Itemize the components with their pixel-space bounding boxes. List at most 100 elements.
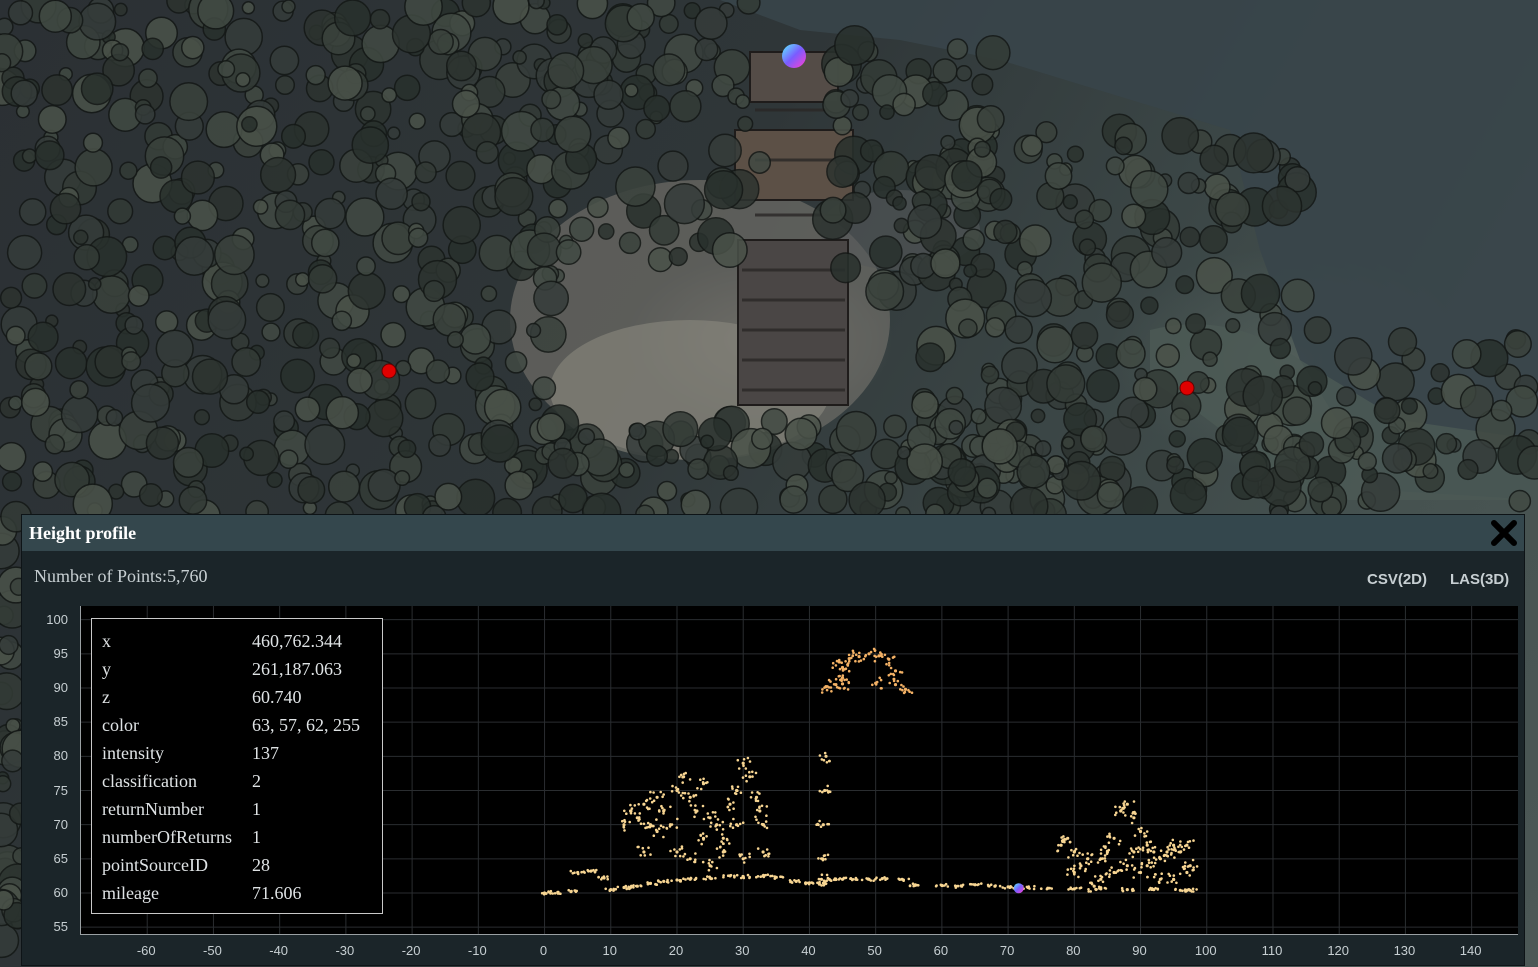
profile-point — [593, 870, 597, 873]
canopy-blob — [408, 112, 426, 130]
close-icon[interactable] — [1490, 519, 1518, 547]
profile-point — [1124, 814, 1127, 817]
info-key: numberOfReturns — [102, 826, 232, 847]
canopy-blob — [308, 149, 335, 176]
profile-point — [1123, 800, 1127, 803]
canopy-blob — [1221, 416, 1259, 454]
profile-point — [736, 785, 740, 789]
profile-point — [767, 852, 771, 855]
profile-point — [879, 651, 882, 654]
profile-point — [645, 798, 649, 802]
canopy-blob — [958, 318, 978, 339]
export-csv-button[interactable]: CSV(2D) — [1367, 571, 1427, 588]
profile-point — [1066, 868, 1070, 871]
profile-point — [1033, 884, 1036, 888]
canopy-blob — [541, 89, 562, 110]
canopy-blob — [528, 397, 543, 412]
profile-point — [709, 825, 712, 828]
profile-point — [662, 812, 665, 815]
profile-point — [1097, 879, 1100, 883]
profile-point — [1069, 867, 1073, 871]
profile-point — [706, 875, 709, 878]
profile-point — [1153, 861, 1157, 865]
profile-point — [569, 869, 573, 873]
profile-point — [888, 681, 891, 685]
y-tick-label: 80 — [53, 748, 68, 764]
profile-point — [744, 774, 748, 777]
canopy-blob — [0, 889, 15, 911]
canopy-blob — [480, 424, 520, 463]
profile-point — [1108, 835, 1112, 839]
profile-point — [1125, 888, 1129, 892]
profile-point — [758, 792, 761, 795]
canopy-blob — [434, 482, 463, 511]
canopy-blob — [922, 81, 948, 107]
profile-point — [731, 826, 735, 829]
profile-point — [823, 686, 826, 689]
profile-point — [820, 758, 824, 761]
y-tick-label: 70 — [53, 816, 68, 832]
canopy-blob — [512, 50, 527, 65]
canopy-blob — [536, 412, 566, 442]
canopy-blob — [124, 315, 144, 335]
canopy-blob — [465, 362, 495, 392]
profile-point — [874, 655, 878, 659]
profile-point — [630, 809, 633, 813]
profile-point — [641, 846, 645, 850]
profile-point — [1112, 836, 1116, 840]
profile-point — [748, 875, 751, 879]
profile-point — [1137, 846, 1140, 849]
profile-point — [959, 884, 963, 887]
canopy-blob — [138, 68, 158, 89]
canopy-blob — [1199, 144, 1229, 174]
canopy-blob — [1422, 463, 1439, 480]
canopy-blob — [169, 82, 209, 122]
profile-point — [910, 691, 914, 694]
profile-point — [649, 790, 652, 794]
profile-point — [832, 683, 836, 686]
profile-point — [1172, 878, 1176, 881]
profile-point — [687, 792, 690, 795]
canopy-blob — [432, 302, 467, 337]
profile-point — [1145, 841, 1149, 844]
canopy-blob — [1179, 226, 1201, 248]
profile-point — [977, 883, 980, 886]
profile-point — [597, 876, 600, 879]
profile-point — [688, 778, 692, 781]
canopy-blob — [1034, 440, 1052, 458]
panel-header[interactable]: Height profile — [22, 515, 1524, 551]
profile-point — [864, 653, 868, 657]
x-tick-label: 30 — [734, 943, 750, 958]
canopy-blob — [1232, 132, 1275, 174]
profile-point — [839, 678, 842, 682]
profile-point — [702, 777, 705, 781]
profile-point — [665, 826, 668, 830]
profile-point — [1087, 862, 1091, 866]
profile-point — [557, 890, 560, 894]
profile-point — [1062, 838, 1065, 842]
profile-point — [684, 878, 687, 881]
profile-point — [872, 879, 875, 882]
canopy-blob — [393, 74, 421, 102]
profile-point — [569, 890, 573, 893]
profile-point — [1122, 862, 1125, 865]
export-las-button[interactable]: LAS(3D) — [1450, 571, 1509, 588]
profile-point — [644, 826, 647, 830]
profile-point — [825, 789, 829, 792]
profile-point — [726, 805, 730, 809]
profile-point — [1172, 848, 1175, 852]
canopy-blob — [980, 365, 1000, 385]
profile-point — [675, 878, 679, 882]
profile-point — [1169, 853, 1173, 856]
canopy-blob — [546, 13, 568, 36]
canopy-blob — [87, 277, 102, 291]
profile-point — [647, 846, 650, 849]
profile-point — [869, 650, 873, 654]
profile-point — [883, 653, 887, 657]
x-tick-label: 10 — [602, 943, 617, 958]
profile-point — [606, 877, 609, 881]
profile-point — [1066, 836, 1070, 840]
profile-point — [547, 890, 550, 894]
profile-point — [699, 833, 702, 837]
profile-point — [841, 674, 845, 677]
